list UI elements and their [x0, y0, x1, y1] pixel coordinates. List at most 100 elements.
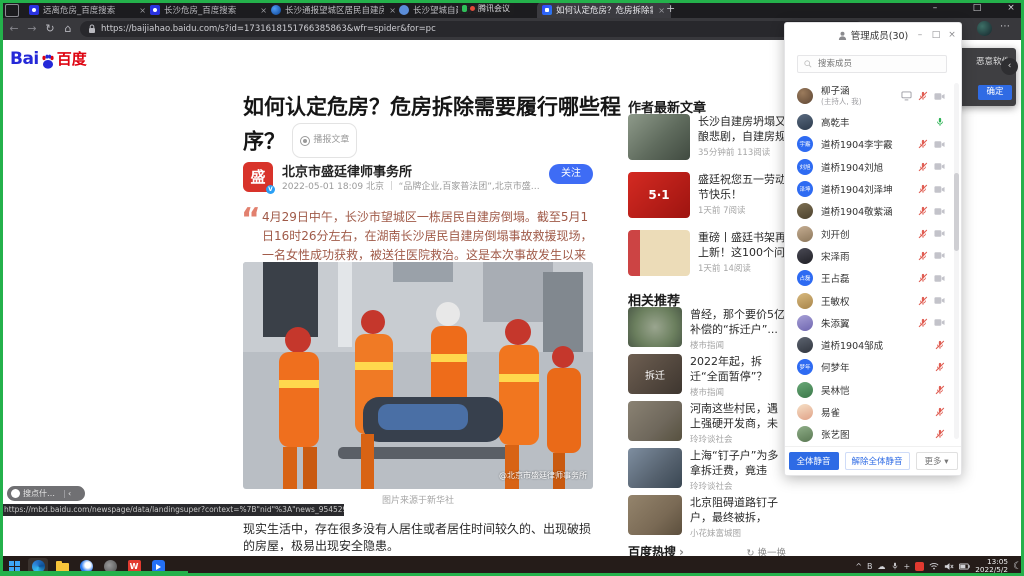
battery-icon[interactable] — [959, 563, 970, 570]
member-row[interactable]: 易雀 — [785, 401, 953, 423]
confirm-button[interactable]: 确定 — [978, 85, 1012, 100]
address-bar[interactable]: https://baijiahao.baidu.com/s?id=1731618… — [80, 21, 864, 37]
new-tab-button[interactable]: + — [666, 2, 675, 15]
browser-menu-icon[interactable]: ⋯ — [1000, 21, 1010, 32]
member-row[interactable]: 道桥1904敬紫涵 — [785, 200, 953, 222]
panel-close-icon[interactable]: × — [945, 23, 959, 47]
member-row[interactable]: 张艺图 — [785, 423, 953, 445]
mic-muted-icon[interactable] — [918, 296, 928, 306]
follow-button[interactable]: 关注 — [549, 164, 593, 184]
related-item[interactable]: 曾经，那个要价5亿补偿的“拆迁户”...楼市指闻 — [628, 307, 786, 351]
member-row[interactable]: 道桥1904邹成 — [785, 334, 953, 356]
focus-assist-icon[interactable]: ☾ — [1013, 561, 1022, 572]
mic-muted-icon[interactable] — [918, 273, 928, 283]
mic-on-icon[interactable] — [935, 117, 945, 127]
cloud-icon[interactable]: ☁ — [878, 562, 886, 571]
taskbar-edge-button[interactable] — [28, 558, 48, 574]
mic-muted-icon[interactable] — [935, 340, 945, 350]
taskbar-wps-button[interactable]: W — [124, 558, 144, 574]
member-row[interactable]: 刘旭 道桥1904刘旭 — [785, 156, 953, 178]
tab-list-icon[interactable] — [5, 4, 19, 17]
taskbar-explorer-button[interactable] — [52, 558, 72, 574]
member-row[interactable]: 王敏权 — [785, 289, 953, 311]
camera-off-icon[interactable] — [934, 207, 945, 216]
camera-off-icon[interactable] — [934, 229, 945, 238]
latest-article-item[interactable]: 5·1 盛廷祝您五一劳动节快乐！1天前 7阅读 — [628, 172, 786, 218]
member-search-input[interactable] — [816, 58, 930, 70]
collapse-icon[interactable]: ‹ — [68, 489, 71, 498]
latest-article-item[interactable]: 重磅丨盛廷书架再上新！这100个问题...1天前 14阅读 — [628, 230, 786, 276]
related-item[interactable]: 北京阻碍道路钉子户，最终被拆，网...小花妹富城图 — [628, 495, 786, 539]
tab-3[interactable]: 长沙通报望城区居民自建房倒塌... × — [266, 2, 402, 18]
panel-scrollbar-thumb[interactable] — [954, 173, 959, 251]
window-close-button[interactable]: × — [998, 0, 1024, 16]
taskbar-meeting-button[interactable] — [148, 558, 168, 574]
panel-scrollbar[interactable] — [954, 83, 959, 439]
move-icon[interactable]: + — [904, 562, 911, 571]
camera-off-icon[interactable] — [934, 318, 945, 327]
related-item[interactable]: 河南这些村民，遇上强硬开发商，未取...玲玲谈社会 — [628, 401, 786, 445]
tab-1[interactable]: 远离危房_百度搜索 × — [24, 2, 152, 18]
baidu-logo[interactable]: Bai 百度 — [10, 48, 87, 69]
member-row[interactable]: 泽坤 道桥1904刘泽坤 — [785, 178, 953, 200]
author-logo[interactable]: 盛 V — [243, 162, 273, 192]
refresh-icon[interactable]: ↻ — [42, 22, 58, 35]
mic-muted-icon[interactable] — [918, 206, 928, 216]
member-row[interactable]: 宇霰 道桥1904李宇霰 — [785, 133, 953, 155]
member-row[interactable]: 宋泽雨 — [785, 245, 953, 267]
mic-muted-icon[interactable] — [918, 184, 928, 194]
more-button[interactable]: 更多 ▾ — [916, 452, 958, 470]
camera-off-icon[interactable] — [934, 296, 945, 305]
camera-off-icon[interactable] — [934, 251, 945, 260]
member-search-box[interactable] — [797, 55, 947, 73]
member-row[interactable]: 刘开创 — [785, 222, 953, 244]
screen-share-icon[interactable] — [901, 91, 912, 101]
tab-2[interactable]: 长沙危房_百度搜索 × — [145, 2, 273, 18]
tray-chevron-icon[interactable]: ^ — [855, 562, 862, 571]
related-item[interactable]: 上海“钉子户”为多拿拆迁费，竟违规...玲玲谈社会 — [628, 448, 786, 492]
mute-all-button[interactable]: 全体静音 — [789, 452, 839, 470]
mic-muted-icon[interactable] — [935, 429, 945, 439]
member-row[interactable]: 高乾丰 — [785, 111, 953, 133]
camera-off-icon[interactable] — [934, 140, 945, 149]
latest-article-item[interactable]: 长沙自建房坍塌又酿悲剧，自建房规范...35分钟前 113阅读 — [628, 114, 786, 160]
mic-muted-icon[interactable] — [935, 407, 945, 417]
mic-muted-icon[interactable] — [918, 139, 928, 149]
member-row[interactable]: 吴林恺 — [785, 379, 953, 401]
window-restore-button[interactable]: □ — [964, 0, 990, 16]
taskbar-clock[interactable]: 13:05 2022/5/2 — [975, 558, 1008, 574]
back-icon[interactable]: ← — [6, 22, 22, 35]
forward-icon[interactable]: → — [24, 22, 40, 35]
member-row[interactable]: 朱添翼 — [785, 312, 953, 334]
home-icon[interactable]: ⌂ — [60, 22, 76, 35]
mic-muted-icon[interactable] — [918, 229, 928, 239]
camera-off-icon[interactable] — [934, 92, 945, 101]
taskbar-browser2-button[interactable] — [76, 558, 96, 574]
camera-off-icon[interactable] — [934, 185, 945, 194]
panel-minimize-icon[interactable]: – — [913, 23, 927, 47]
tab-close-icon[interactable]: × — [657, 6, 666, 15]
member-row[interactable]: 柳子涵 (主持人, 我) — [785, 81, 953, 111]
unmute-all-button[interactable]: 解除全体静音 — [845, 452, 910, 470]
author-name[interactable]: 北京市盛廷律师事务所 — [282, 161, 412, 180]
panel-maximize-icon[interactable]: □ — [929, 23, 943, 47]
taskbar-app-button[interactable] — [100, 558, 120, 574]
profile-avatar[interactable] — [977, 21, 992, 36]
tray-b-icon[interactable]: B — [867, 562, 873, 571]
start-button[interactable] — [4, 558, 24, 574]
mic-muted-icon[interactable] — [918, 318, 928, 328]
member-row[interactable]: 占磊 王占磊 — [785, 267, 953, 289]
wps-tray-icon[interactable] — [915, 562, 924, 571]
float-search-pill[interactable]: 搜点什么... ‹ — [7, 486, 85, 501]
tab-5-active[interactable]: 如何认定危房？危房拆除需要履行... × — [537, 2, 671, 18]
mic-muted-icon[interactable] — [918, 91, 928, 101]
camera-off-icon[interactable] — [934, 274, 945, 283]
mic-muted-icon[interactable] — [935, 385, 945, 395]
wifi-icon[interactable] — [929, 562, 939, 570]
tencent-meeting-chip[interactable]: 腾讯会议 — [458, 2, 514, 15]
sidebar-collapse-button[interactable]: ‹ — [1001, 58, 1018, 75]
mic-muted-icon[interactable] — [918, 251, 928, 261]
related-item[interactable]: 拆迁 2022年起，拆迁“全面暂停”？新...楼市指闻 — [628, 354, 786, 398]
camera-off-icon[interactable] — [934, 162, 945, 171]
mic-muted-icon[interactable] — [935, 362, 945, 372]
